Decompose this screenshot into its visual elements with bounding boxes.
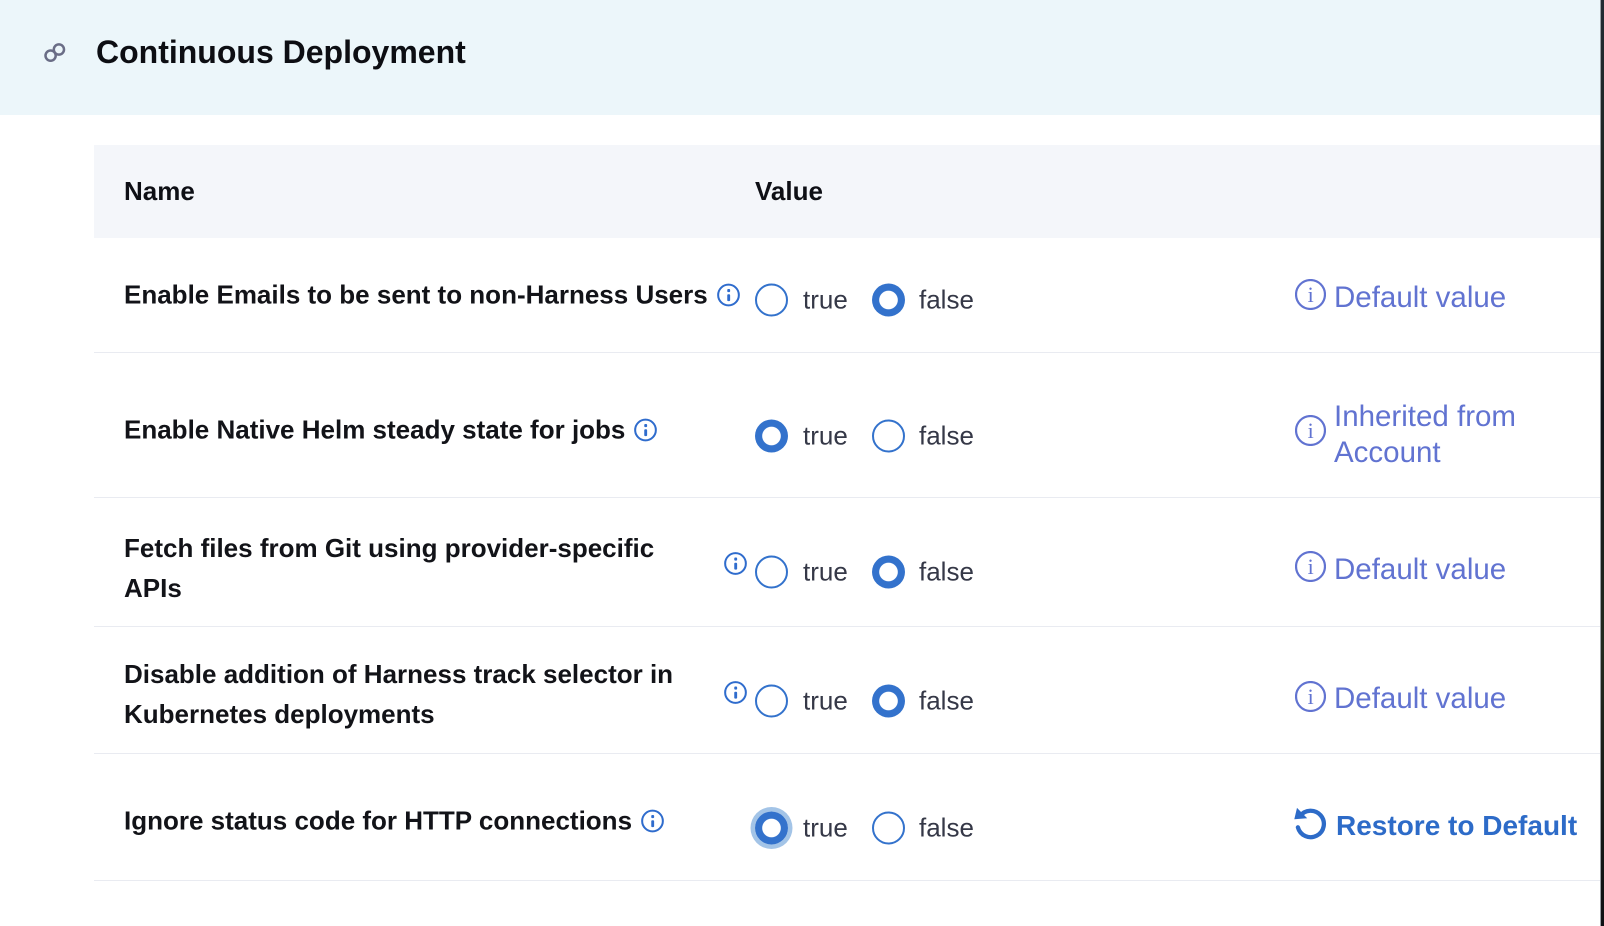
svg-text:i: i (1308, 417, 1314, 442)
svg-text:i: i (1308, 554, 1314, 579)
svg-text:i: i (1308, 683, 1314, 708)
svg-text:i: i (1308, 282, 1314, 307)
